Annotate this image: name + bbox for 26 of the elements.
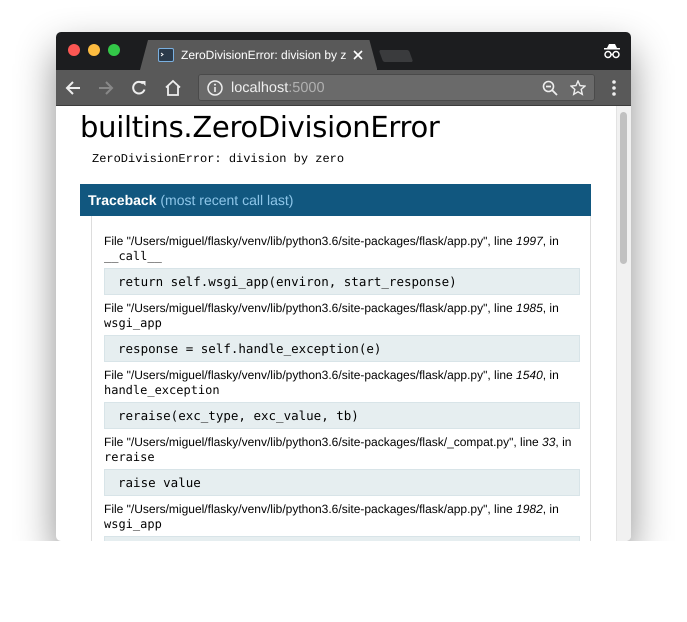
window-control-icon[interactable] [88,44,100,56]
url-text: localhost:5000 [231,80,326,96]
star-icon[interactable] [570,80,586,96]
frame-location: File "/Users/miguel/flasky/venv/lib/python3.6/site-packages/flask/app.py", line 1985, in wsgi_app [104,301,560,331]
frame-location: File "/Users/miguel/flasky/venv/lib/python3.6/site-packages/flask/app.py", line 1997, in __call__ [104,234,560,264]
frame-location: File "/Users/miguel/flasky/venv/lib/python3.6/site-packages/flask/app.py", line 1540, in handle_exception [104,368,560,398]
scrollbar[interactable] [616,106,631,541]
error-title: builtins.ZeroDivisionError [80,110,441,144]
terminal-icon [158,48,174,62]
browser-tab[interactable]: ZeroDivisionError: division by z [140,40,378,70]
error-message: ZeroDivisionError: division by zero [92,152,346,166]
back-icon[interactable] [65,80,81,96]
scrollbar-thumb[interactable] [620,112,627,264]
reload-icon[interactable] [131,80,147,96]
traceback-header: Traceback (most recent call last) [80,184,591,216]
menu-icon[interactable] [612,80,616,96]
incognito-icon [603,43,621,59]
window-control-icon[interactable] [108,44,120,56]
address-bar[interactable]: localhost:5000 [198,74,595,101]
zoom-out-icon[interactable] [542,80,558,96]
info-icon [207,80,223,96]
home-icon[interactable] [164,79,182,96]
window-control-icon[interactable] [68,44,80,56]
close-icon[interactable] [353,50,364,60]
frame-location: File "/Users/miguel/flasky/venv/lib/python3.6/site-packages/flask/_compat.py", line 33, in reraise [104,435,572,465]
frame-location: File "/Users/miguel/flasky/venv/lib/python3.6/site-packages/flask/app.py", line 1982, in wsgi_app [104,502,560,532]
